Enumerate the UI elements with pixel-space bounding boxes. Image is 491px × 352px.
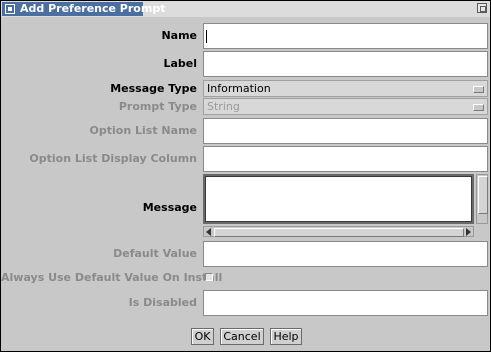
always-use-default-checkbox[interactable]: [205, 273, 213, 281]
message-label: Message: [142, 201, 197, 214]
option-list-name-label: Option List Name: [89, 124, 197, 137]
scroll-left-icon[interactable]: [206, 228, 211, 236]
prompt-type-select[interactable]: String: [203, 98, 488, 115]
text-caret: [206, 30, 207, 43]
cancel-button[interactable]: Cancel: [220, 328, 264, 345]
window-menu-icon[interactable]: [5, 4, 15, 14]
default-value-field[interactable]: [203, 241, 488, 267]
default-value-label: Default Value: [113, 247, 197, 260]
option-list-name-field[interactable]: [203, 118, 488, 144]
message-horizontal-scrollbar[interactable]: [203, 226, 474, 237]
help-button[interactable]: Help: [270, 328, 302, 345]
message-textarea[interactable]: [203, 174, 474, 224]
scroll-right-icon[interactable]: [466, 228, 471, 236]
always-use-default-label: Always Use Default Value On Install: [1, 271, 223, 284]
vertical-scroll-thumb[interactable]: [478, 176, 488, 214]
title-box: Add Preference Prompt: [2, 2, 165, 16]
name-field[interactable]: [203, 23, 488, 49]
message-type-value: Information: [207, 82, 271, 95]
is-disabled-field[interactable]: [203, 290, 488, 316]
maximize-icon[interactable]: [477, 3, 487, 13]
message-type-label: Message Type: [110, 82, 197, 95]
option-list-display-column-label: Option List Display Column: [29, 152, 197, 165]
label-label: Label: [163, 57, 197, 70]
option-list-display-column-field[interactable]: [203, 146, 488, 172]
add-preference-prompt-dialog: Add Preference Prompt Name Label Message…: [0, 0, 491, 352]
message-vertical-scrollbar[interactable]: [476, 174, 488, 224]
dropdown-icon[interactable]: [473, 86, 484, 93]
message-type-select[interactable]: Information: [203, 80, 488, 97]
horizontal-scroll-thumb[interactable]: [214, 228, 464, 237]
label-field[interactable]: [203, 51, 488, 77]
title-bar: Add Preference Prompt: [1, 1, 490, 17]
window-title: Add Preference Prompt: [20, 2, 166, 15]
is-disabled-label: Is Disabled: [128, 296, 197, 309]
prompt-type-value: String: [207, 100, 240, 113]
ok-button[interactable]: OK: [191, 328, 214, 345]
prompt-type-label: Prompt Type: [118, 100, 197, 113]
name-label: Name: [161, 29, 197, 42]
dropdown-icon[interactable]: [473, 104, 484, 111]
message-textarea-container: [203, 174, 488, 237]
